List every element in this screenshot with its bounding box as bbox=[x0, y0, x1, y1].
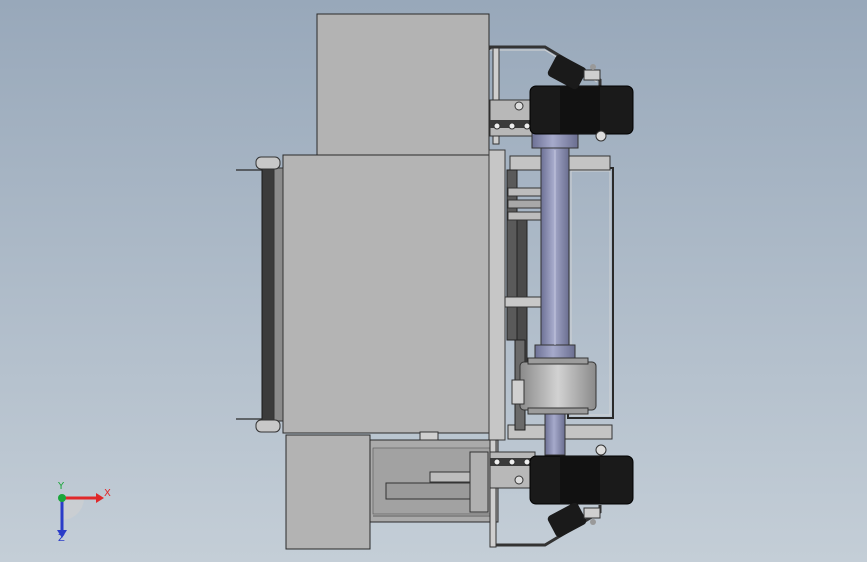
shaft-coupling[interactable] bbox=[511, 357, 597, 415]
top-angled-motor[interactable] bbox=[546, 53, 601, 90]
main-housing[interactable] bbox=[282, 149, 506, 441]
top-chain-drive[interactable] bbox=[489, 99, 536, 137]
bottom-angled-motor[interactable] bbox=[546, 501, 601, 538]
bottom-motor-housing[interactable] bbox=[285, 431, 499, 550]
x-axis-label: X bbox=[104, 488, 111, 499]
left-conveyor-belt[interactable] bbox=[236, 156, 284, 433]
y-axis-label: Y bbox=[58, 481, 65, 492]
3d-viewport[interactable]: X Y Z bbox=[0, 0, 867, 562]
top-roller-wheel[interactable] bbox=[514, 85, 634, 142]
bottom-chain-drive[interactable] bbox=[489, 451, 536, 489]
assembly-model[interactable] bbox=[0, 0, 867, 562]
z-axis-label: Z bbox=[58, 533, 65, 544]
coordinate-triad: X Y Z bbox=[44, 478, 114, 548]
top-motor-housing[interactable] bbox=[316, 13, 490, 156]
